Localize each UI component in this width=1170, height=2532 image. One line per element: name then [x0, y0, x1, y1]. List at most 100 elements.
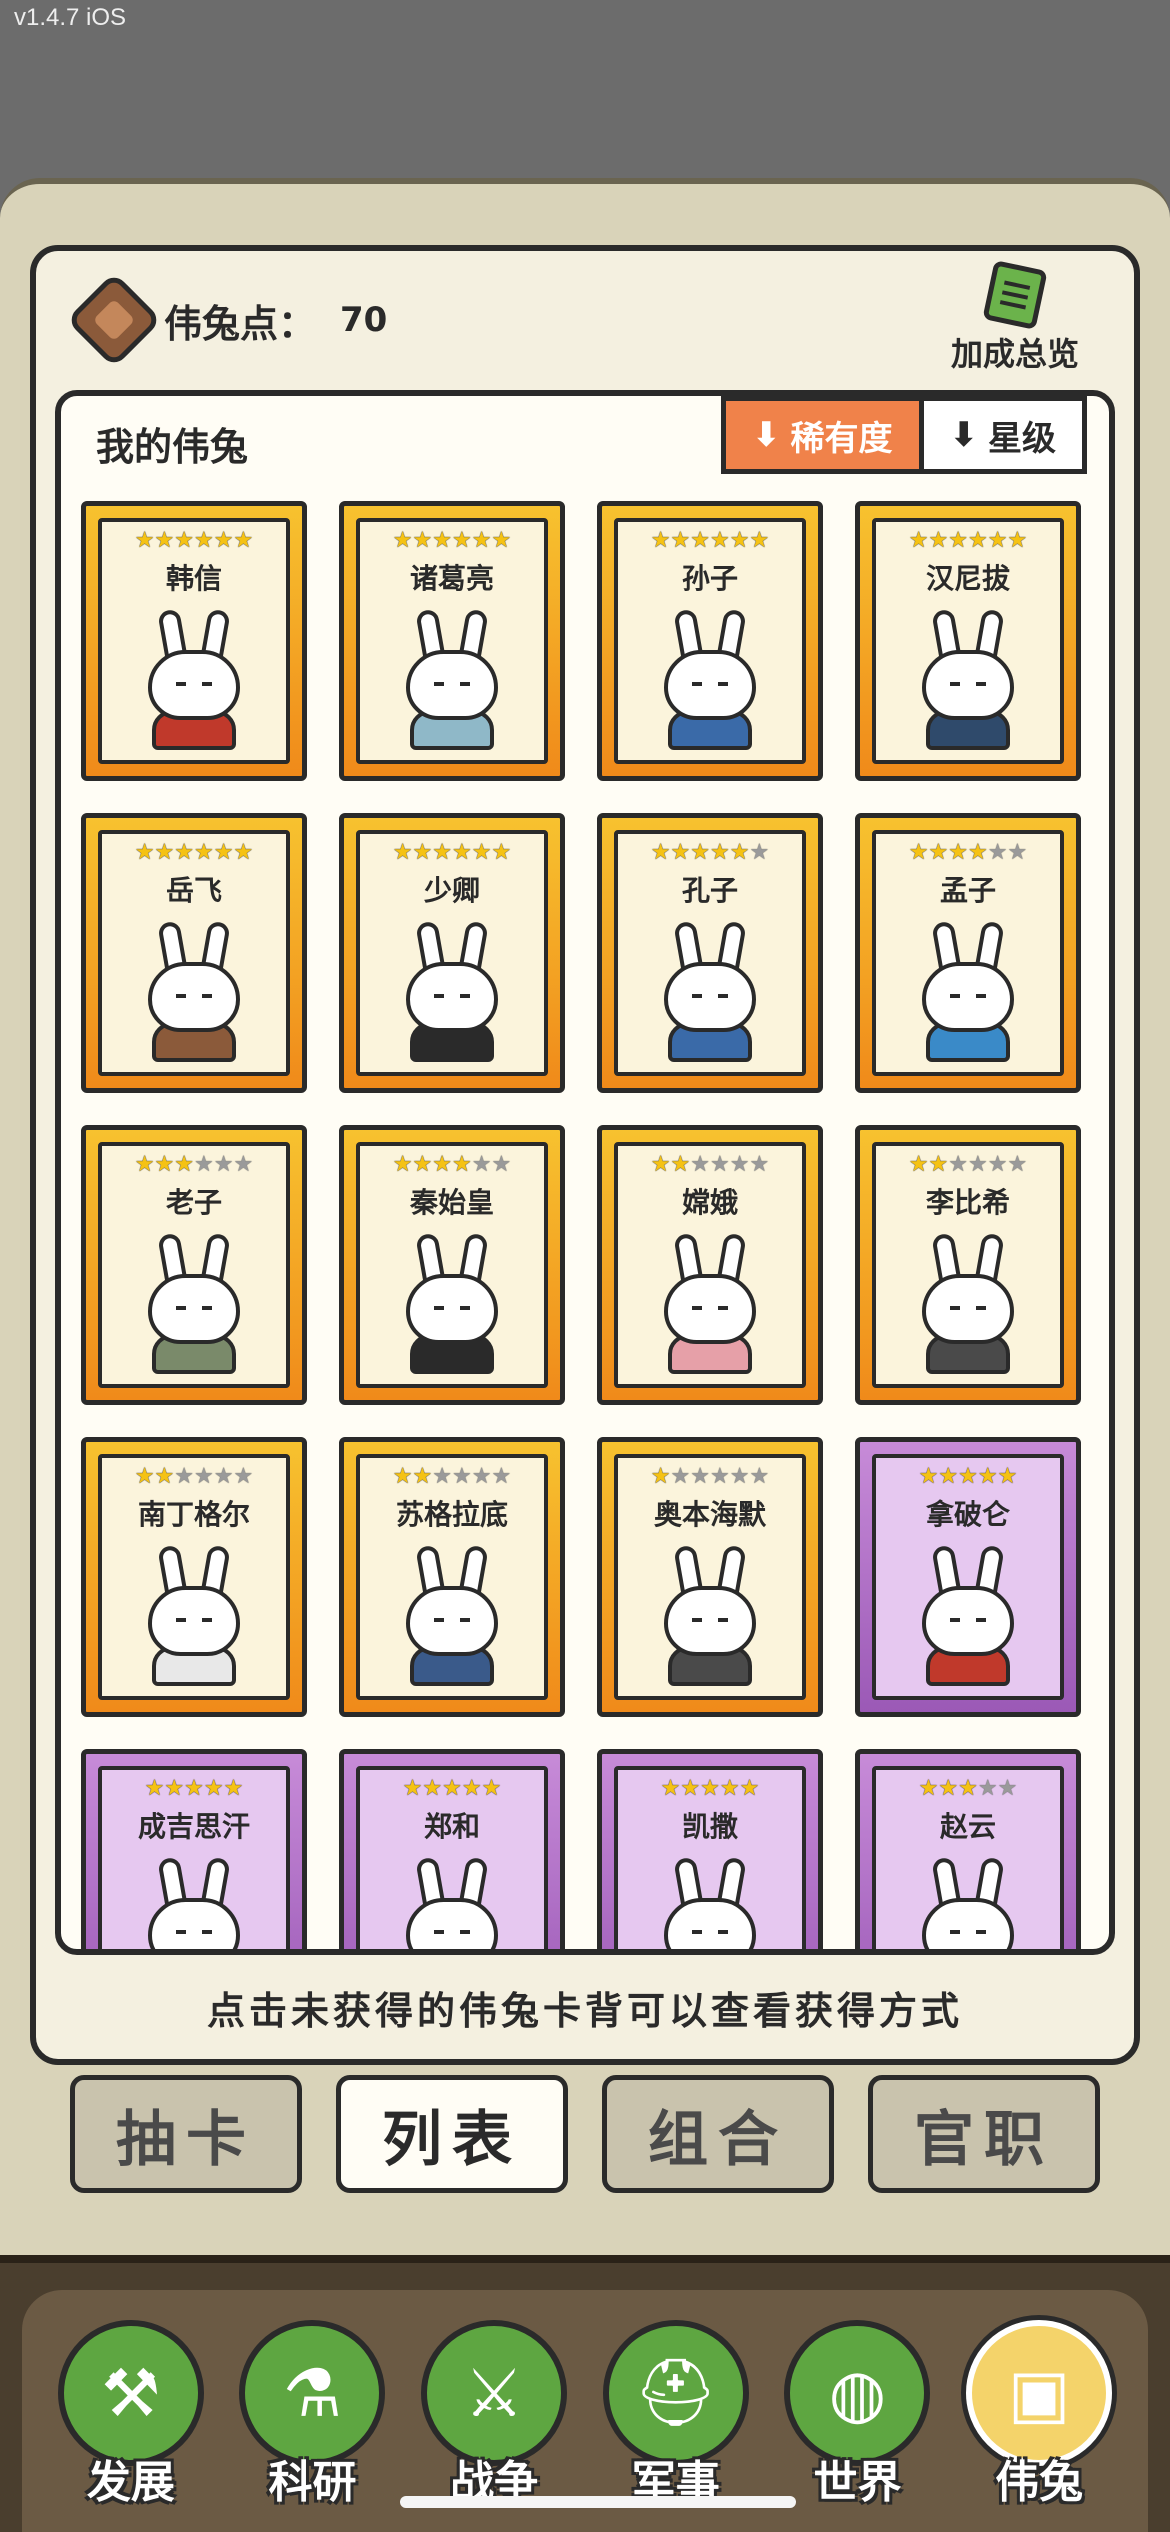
hero-name: 成吉思汗: [137, 1810, 250, 1843]
star-icon: ★: [392, 840, 413, 865]
star-rating: ★★★★★★: [135, 528, 253, 553]
star-icon: ★: [233, 1152, 254, 1177]
star-icon: ★: [1007, 528, 1028, 553]
hero-name: 嫦娥: [681, 1186, 738, 1219]
star-icon: ★: [481, 1776, 502, 1801]
sort-group: ⬇ 稀有度 ⬇ 星级: [721, 396, 1087, 474]
hero-name: 岳飞: [165, 874, 222, 907]
star-rating: ★★★★★★: [651, 1152, 769, 1177]
rabbit-portrait-icon: [392, 608, 512, 750]
hero-name: 秦始皇: [409, 1186, 494, 1219]
hero-card[interactable]: ★★★★★★ 岳飞: [81, 813, 307, 1093]
hero-card[interactable]: ★★★★★ 成吉思汗: [81, 1749, 307, 1949]
star-icon: ★: [442, 1776, 462, 1801]
star-icon: ★: [710, 528, 730, 553]
currency-label: 伟兔点：: [164, 301, 317, 346]
star-icon: ★: [948, 1152, 968, 1177]
nav-item-1[interactable]: ⚗ 科研: [232, 2320, 392, 2530]
card-face: ★★★★★★ 南丁格尔: [98, 1454, 290, 1700]
card-face: ★★★★★★ 韩信: [98, 518, 290, 764]
star-icon: ★: [928, 1152, 949, 1177]
star-icon: ★: [452, 1152, 472, 1177]
star-icon: ★: [134, 1152, 155, 1177]
nav-label: 伟兔: [995, 2457, 1084, 2508]
star-rating: ★★★★★★: [393, 1464, 511, 1489]
hero-card[interactable]: ★★★★★★ 秦始皇: [339, 1125, 565, 1405]
globe-icon: ◍: [784, 2320, 931, 2466]
hammer-icon: ⚒: [57, 2320, 204, 2466]
rabbit-portrait-icon: [134, 608, 254, 750]
bonus-overview-label: 加成总览: [950, 335, 1079, 373]
star-icon: ★: [392, 528, 413, 553]
card-face: ★★★★★ 赵云: [872, 1766, 1064, 1949]
tab-combo[interactable]: 组合: [602, 2075, 834, 2193]
nav-label: 科研: [268, 2457, 357, 2508]
bonus-overview-button[interactable]: 加成总览: [935, 260, 1095, 375]
rabbit-portrait-icon: [908, 1232, 1028, 1374]
sort-star-button[interactable]: ⬇ 星级: [918, 396, 1087, 474]
hero-card[interactable]: ★★★★★★ 孟子: [855, 813, 1081, 1093]
card-face: ★★★★★★ 汉尼拔: [872, 518, 1064, 764]
hero-card[interactable]: ★★★★★★ 老子: [81, 1125, 307, 1405]
star-icon: ★: [997, 1464, 1018, 1489]
tab-rank[interactable]: 官职: [868, 2075, 1100, 2193]
tab-list[interactable]: 列表: [336, 2075, 568, 2193]
card-face: ★★★★★★ 苏格拉底: [356, 1454, 548, 1700]
star-icon: ★: [908, 840, 929, 865]
star-rating: ★★★★★: [403, 1776, 502, 1801]
rabbit-portrait-icon: [392, 920, 512, 1062]
hero-card[interactable]: ★★★★★★ 孙子: [597, 501, 823, 781]
hero-name: 汉尼拔: [925, 562, 1010, 595]
tab-draw[interactable]: 抽卡: [70, 2075, 302, 2193]
star-icon: ★: [968, 528, 988, 553]
star-icon: ★: [968, 840, 988, 865]
star-icon: ★: [729, 1464, 750, 1489]
hero-name: 韩信: [165, 562, 222, 595]
card-face: ★★★★★★ 孟子: [872, 830, 1064, 1076]
hero-card[interactable]: ★★★★★ 拿破仑: [855, 1437, 1081, 1717]
hero-card[interactable]: ★★★★★★ 韩信: [81, 501, 307, 781]
hero-card[interactable]: ★★★★★★ 诸葛亮: [339, 501, 565, 781]
hero-card[interactable]: ★★★★★★ 嫦娥: [597, 1125, 823, 1405]
rabbit-card-icon: ▣: [966, 2320, 1113, 2466]
hero-card[interactable]: ★★★★★★ 少卿: [339, 813, 565, 1093]
star-icon: ★: [710, 1464, 730, 1489]
nav-item-0[interactable]: ⚒ 发展: [51, 2320, 211, 2530]
hero-card[interactable]: ★★★★★★ 奥本海默: [597, 1437, 823, 1717]
rabbit-portrait-icon: [134, 920, 254, 1062]
hero-card[interactable]: ★★★★★ 赵云: [855, 1749, 1081, 1949]
hero-card[interactable]: ★★★★★★ 苏格拉底: [339, 1437, 565, 1717]
star-icon: ★: [491, 1152, 512, 1177]
hero-card[interactable]: ★★★★★★ 李比希: [855, 1125, 1081, 1405]
hero-card[interactable]: ★★★★★ 郑和: [339, 1749, 565, 1949]
hero-card[interactable]: ★★★★★ 凯撒: [597, 1749, 823, 1949]
star-icon: ★: [422, 1776, 443, 1801]
hero-card[interactable]: ★★★★★★ 南丁格尔: [81, 1437, 307, 1717]
card-face: ★★★★★★ 孙子: [614, 518, 806, 764]
star-icon: ★: [918, 1464, 939, 1489]
hero-name: 孟子: [939, 874, 996, 907]
star-icon: ★: [729, 840, 750, 865]
star-icon: ★: [987, 528, 1008, 553]
nav-item-4[interactable]: ◍ 世界: [777, 2320, 937, 2530]
star-icon: ★: [670, 840, 691, 865]
scroll-icon: [982, 260, 1048, 330]
star-icon: ★: [432, 840, 452, 865]
star-icon: ★: [938, 1464, 959, 1489]
star-icon: ★: [154, 528, 175, 553]
sort-rarity-button[interactable]: ⬇ 稀有度: [721, 396, 919, 474]
hint-text: 点击未获得的伟兔卡背可以查看获得方式: [206, 1989, 963, 2033]
rabbit-portrait-icon: [650, 608, 770, 750]
rabbit-portrait-icon: [908, 920, 1028, 1062]
hero-card[interactable]: ★★★★★★ 孔子: [597, 813, 823, 1093]
rabbit-portrait-icon: [650, 1856, 770, 1949]
arrow-down-icon: ⬇: [752, 415, 781, 455]
hero-name: 孙子: [681, 562, 738, 595]
hero-card[interactable]: ★★★★★★ 汉尼拔: [855, 501, 1081, 781]
star-icon: ★: [968, 1152, 988, 1177]
nav-item-5[interactable]: ▣ 伟兔: [959, 2320, 1119, 2530]
card-face: ★★★★★★ 少卿: [356, 830, 548, 1076]
star-icon: ★: [908, 528, 929, 553]
card-grid: ★★★★★★ 韩信 ★★★★★★ 诸葛亮 ★★★★★★ 孙子 ★★★★★★ 汉尼拔 ★★★★★★…: [81, 501, 1091, 1949]
card-face: ★★★★★ 郑和: [356, 1766, 548, 1949]
